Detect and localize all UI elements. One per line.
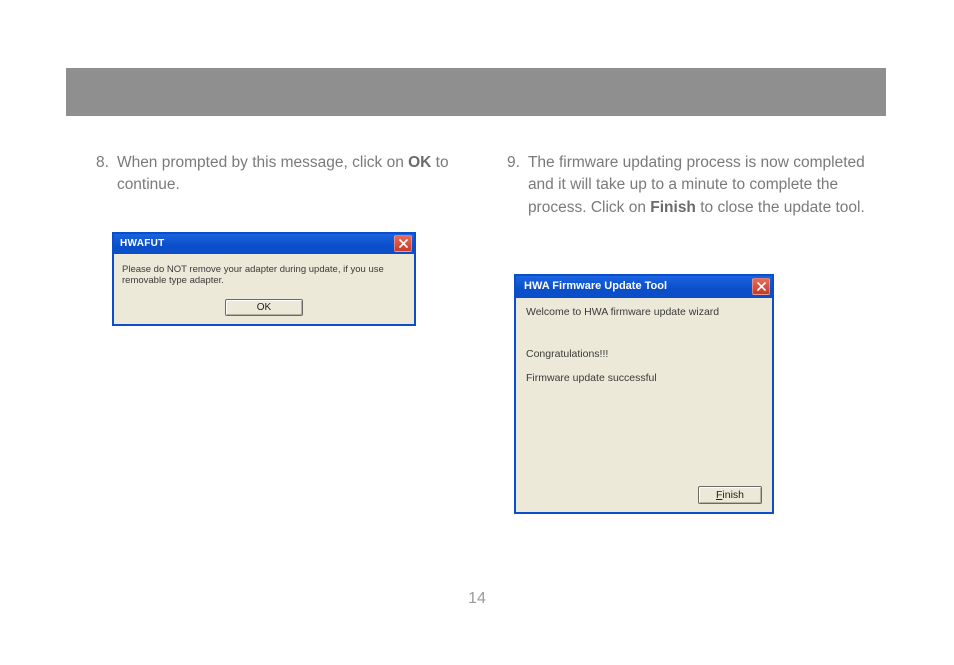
- firmware-update-dialog: HWA Firmware Update Tool Welcome to HWA …: [514, 274, 774, 514]
- page-number: 14: [0, 590, 954, 608]
- step-text-part2: to close the update tool.: [696, 199, 865, 216]
- close-x-glyph: [399, 239, 408, 248]
- step-number: 8.: [96, 152, 109, 197]
- left-column: 8. When prompted by this message, click …: [96, 152, 475, 219]
- dialog-button-bar: Finish: [698, 485, 762, 504]
- close-x-glyph: [757, 282, 766, 291]
- dialog-message: Please do NOT remove your adapter during…: [122, 264, 406, 287]
- step-text-bold: Finish: [650, 199, 696, 216]
- dialog-body: Welcome to HWA firmware update wizard Co…: [516, 298, 772, 512]
- step-text: The firmware updating process is now com…: [528, 152, 886, 219]
- dialog-title: HWA Firmware Update Tool: [524, 280, 667, 292]
- dialog-success-text: Firmware update successful: [526, 372, 762, 384]
- right-column: 9. The firmware updating process is now …: [507, 152, 886, 219]
- step-9: 9. The firmware updating process is now …: [507, 152, 886, 219]
- dialog-body: Please do NOT remove your adapter during…: [114, 254, 414, 324]
- finish-label-rest: inish: [722, 489, 744, 501]
- close-icon[interactable]: [752, 278, 770, 295]
- dialog-titlebar[interactable]: HWAFUT: [114, 234, 414, 254]
- dialog-welcome-text: Welcome to HWA firmware update wizard: [526, 306, 762, 318]
- ok-button[interactable]: OK: [225, 299, 303, 316]
- close-icon[interactable]: [394, 235, 412, 252]
- content-columns: 8. When prompted by this message, click …: [96, 152, 886, 219]
- step-text-part1: When prompted by this message, click on: [117, 154, 408, 171]
- step-8: 8. When prompted by this message, click …: [96, 152, 475, 197]
- dialog-titlebar[interactable]: HWA Firmware Update Tool: [516, 276, 772, 298]
- page-header-bar: [66, 68, 886, 116]
- hwafut-dialog: HWAFUT Please do NOT remove your adapter…: [112, 232, 416, 326]
- dialog-title: HWAFUT: [120, 238, 165, 249]
- finish-button[interactable]: Finish: [698, 486, 762, 504]
- step-text: When prompted by this message, click on …: [117, 152, 475, 197]
- dialog-congrats-text: Congratulations!!!: [526, 348, 762, 360]
- step-text-bold: OK: [408, 154, 431, 171]
- step-number: 9.: [507, 152, 520, 219]
